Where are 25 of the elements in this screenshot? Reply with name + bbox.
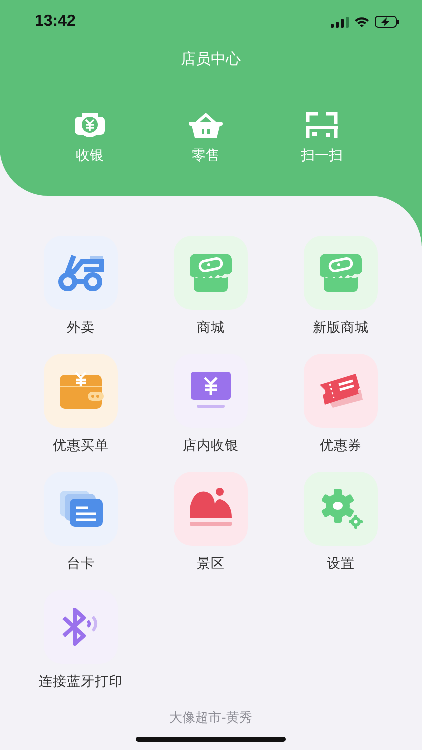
menu-item[interactable]: 商城	[146, 236, 276, 337]
status-time: 13:42	[35, 13, 76, 31]
wallet-icon	[58, 371, 104, 411]
menu-item[interactable]: 设置	[276, 472, 406, 573]
menu-item[interactable]: 优惠买单	[16, 354, 146, 455]
menu-item[interactable]: 优惠券	[276, 354, 406, 455]
store-user-name: 大像超市-黄秀	[170, 710, 252, 727]
menu-item[interactable]: 景区	[146, 472, 276, 573]
cash-register-icon	[73, 112, 107, 140]
menu-item[interactable]: 店内收银	[146, 354, 276, 455]
ticket-icon	[318, 371, 364, 411]
menu-item[interactable]: 外卖	[16, 236, 146, 337]
signal-icon	[331, 16, 349, 28]
page-title: 店员中心	[181, 50, 241, 69]
menu-item[interactable]: 连接蓝牙打印	[16, 590, 146, 691]
menu-item[interactable]: 台卡	[16, 472, 146, 573]
battery-charging-icon	[375, 16, 400, 28]
shop-icon	[318, 252, 364, 294]
shop-icon	[188, 252, 234, 294]
menu-item[interactable]: 新版商城	[276, 236, 406, 337]
wifi-icon	[354, 16, 370, 28]
scooter-icon	[58, 254, 104, 292]
scan-icon	[306, 112, 338, 140]
cards-icon	[58, 489, 104, 529]
basket-icon	[188, 112, 224, 140]
